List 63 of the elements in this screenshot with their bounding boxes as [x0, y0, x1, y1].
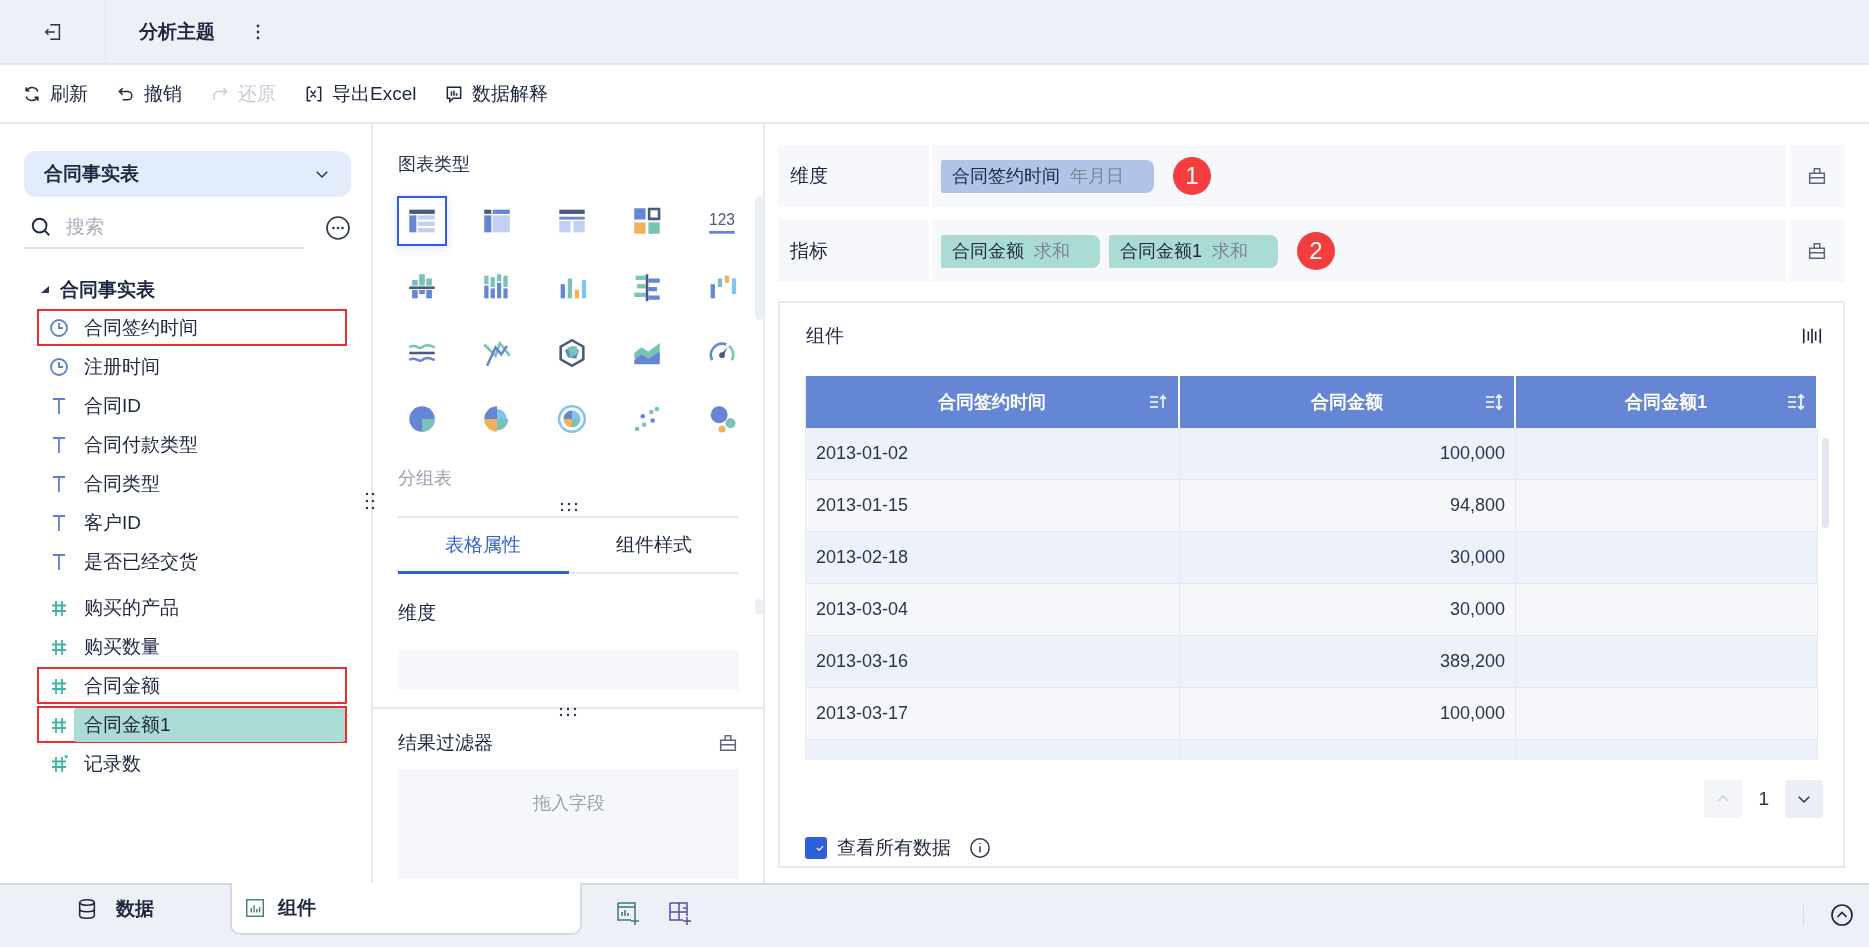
field-pill[interactable]: 合同签约时间 年月日 [941, 159, 1154, 193]
section-title: 结果过滤器 [398, 731, 493, 755]
toolbar-button[interactable]: 刷新 [22, 80, 88, 107]
number-badge: 1 [1173, 157, 1211, 195]
checkbox-label: 查看所有数据 [837, 836, 951, 860]
tab[interactable]: 表格属性 [398, 518, 569, 574]
field-pill[interactable]: 合同金额 求和 [941, 234, 1100, 268]
page-number: 1 [1758, 788, 1769, 810]
field-item[interactable]: 是否已经交货 [37, 543, 347, 580]
field-item[interactable]: 合同签约时间 [37, 309, 347, 346]
field-item[interactable]: 合同类型 [37, 465, 347, 502]
number-badge: 2 [1297, 232, 1335, 270]
info-icon[interactable] [969, 837, 991, 859]
scrollbar[interactable] [755, 196, 763, 320]
bar-chart-icon [244, 897, 266, 919]
sort-icon[interactable] [1786, 392, 1806, 412]
section-title: 图表类型 [398, 153, 471, 176]
clock-icon [49, 356, 69, 377]
toolbar-button[interactable]: 数据解释 [444, 80, 549, 107]
hash-star-icon [49, 753, 69, 774]
next-page-button[interactable] [1785, 780, 1823, 818]
scrollbar[interactable] [755, 599, 763, 615]
toolbar-button[interactable]: 撤销 [116, 80, 182, 107]
bottom-tab[interactable]: 数据 [0, 883, 230, 935]
field-item[interactable]: 注册时间 [37, 348, 347, 385]
chart-type-button[interactable] [396, 196, 447, 246]
chart-type-name: 分组表 [398, 467, 453, 490]
add-layout-icon[interactable] [667, 900, 693, 926]
sort-icon[interactable] [1484, 392, 1504, 412]
checkbox[interactable] [805, 837, 827, 859]
field-item[interactable]: 合同付款类型 [37, 426, 347, 463]
tab[interactable]: 组件样式 [568, 518, 739, 574]
field-item[interactable]: 合同金额1 [37, 706, 347, 743]
dataset-dropdown[interactable]: 合同事实表 [24, 151, 351, 197]
toolbar-button[interactable]: 导出Excel [304, 80, 417, 107]
clock-icon [49, 317, 69, 338]
search-field[interactable]: 搜索 [64, 211, 268, 243]
field-item[interactable]: 合同金额 [37, 667, 347, 704]
search-icon[interactable] [30, 216, 52, 238]
field-item[interactable]: 合同ID [37, 387, 347, 424]
field-item[interactable]: 购买数量 [37, 628, 347, 665]
more-vertical-icon[interactable] [255, 23, 261, 40]
more-icon[interactable] [325, 215, 351, 241]
bottom-tab[interactable]: 组件 [230, 883, 582, 935]
drag-handle-icon[interactable] [558, 502, 579, 512]
drag-handle-icon[interactable] [558, 707, 578, 717]
chart-type-button[interactable]: 123 [696, 196, 747, 246]
drag-handle-icon[interactable] [365, 491, 375, 511]
shelf-label: 指标 [778, 220, 932, 282]
field-pill[interactable]: 合同金额1 求和 [1109, 234, 1278, 268]
shelf-label: 维度 [778, 145, 932, 207]
database-icon [76, 898, 98, 920]
field-item[interactable]: 购买的产品 [37, 589, 347, 626]
caret-icon[interactable] [40, 285, 50, 295]
collapse-icon[interactable] [1830, 903, 1854, 927]
add-chart-icon[interactable] [615, 900, 641, 926]
section-title: 维度 [398, 601, 437, 625]
scrollbar[interactable] [1822, 438, 1829, 528]
page-title: 分析主题 [139, 19, 215, 44]
field-item[interactable]: 记录数 [37, 745, 347, 782]
field-item[interactable]: 客户ID [37, 504, 347, 541]
tree-node[interactable]: 合同事实表 [60, 277, 155, 303]
card-title: 组件 [806, 324, 844, 348]
